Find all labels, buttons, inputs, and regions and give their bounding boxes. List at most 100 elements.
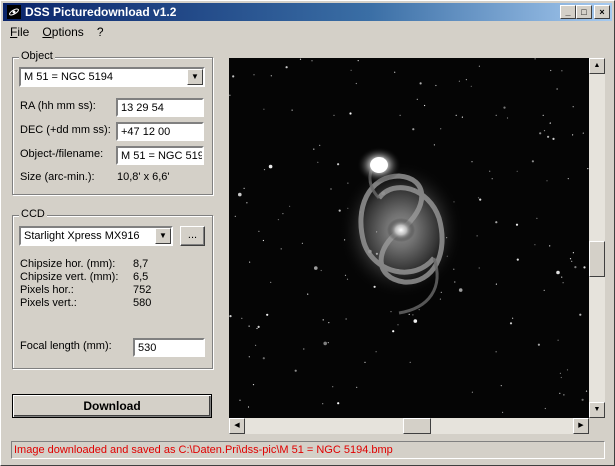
star <box>563 394 565 396</box>
pixels-vert-label: Pixels vert.: <box>20 297 77 309</box>
star <box>549 122 551 124</box>
pixels-hor-value: 752 <box>133 284 152 296</box>
star <box>303 348 305 350</box>
star <box>282 213 284 215</box>
star <box>301 242 303 244</box>
star <box>435 84 437 87</box>
maximize-button[interactable]: □ <box>576 5 592 19</box>
star <box>307 293 309 295</box>
chevron-down-icon[interactable]: ▼ <box>155 228 171 244</box>
star <box>270 281 272 283</box>
object-group-title: Object <box>19 50 55 62</box>
chevron-down-icon[interactable]: ▼ <box>187 69 203 85</box>
star <box>502 411 504 413</box>
star <box>550 69 552 72</box>
star <box>552 137 555 140</box>
star <box>263 169 266 171</box>
dec-input[interactable]: +47 12 00 <box>116 122 204 141</box>
star <box>347 182 349 184</box>
window-title: DSS Picturedownload v1.2 <box>25 5 177 19</box>
star <box>399 114 401 116</box>
star <box>239 399 241 401</box>
star <box>581 398 584 401</box>
star <box>289 205 291 207</box>
star <box>299 58 302 60</box>
star <box>409 361 411 363</box>
horizontal-scrollbar[interactable]: ◀ ▶ <box>229 418 589 434</box>
star <box>461 116 463 118</box>
star <box>397 324 399 326</box>
close-button[interactable]: × <box>594 5 610 19</box>
object-select-value: M 51 = NGC 5194 <box>24 71 113 83</box>
star <box>413 319 418 323</box>
star <box>546 180 548 182</box>
title-bar[interactable]: DSS Picturedownload v1.2 _ □ × <box>3 3 612 21</box>
ccd-browse-button[interactable]: ... <box>180 226 205 246</box>
star <box>571 260 573 262</box>
star <box>394 71 396 73</box>
star <box>357 60 359 62</box>
chipsize-vert-label: Chipsize vert. (mm): <box>20 271 119 283</box>
scroll-up-icon[interactable]: ▲ <box>589 58 605 74</box>
scroll-right-icon[interactable]: ▶ <box>573 418 589 434</box>
scroll-down-icon[interactable]: ▼ <box>589 402 605 418</box>
star <box>277 219 279 221</box>
star <box>536 217 538 219</box>
ccd-select[interactable]: Starlight Xpress MX916 ▼ <box>19 226 173 246</box>
star <box>247 406 250 408</box>
size-value: 10,8' x 6,6' <box>117 171 170 183</box>
object-select[interactable]: M 51 = NGC 5194 ▼ <box>19 67 205 87</box>
menu-options[interactable]: Options <box>37 23 88 41</box>
star <box>566 369 569 371</box>
size-label: Size (arc-min.): <box>20 171 95 183</box>
star <box>243 187 245 189</box>
star <box>338 209 341 212</box>
star <box>579 313 582 316</box>
vertical-scrollbar[interactable]: ▲ ▼ <box>589 58 605 418</box>
status-bar: Image downloaded and saved as C:\Daten.P… <box>11 441 605 459</box>
star <box>562 282 564 284</box>
star <box>574 266 577 269</box>
star <box>556 88 558 90</box>
star <box>319 144 321 146</box>
star <box>328 322 330 324</box>
star <box>248 356 250 358</box>
menu-file[interactable]: File <box>5 23 34 41</box>
star <box>543 289 545 291</box>
star <box>458 80 460 82</box>
star <box>489 170 491 172</box>
star <box>478 65 480 67</box>
star <box>534 58 536 60</box>
vertical-scroll-thumb[interactable] <box>589 241 605 277</box>
dec-label: DEC (+dd mm ss): <box>20 124 111 136</box>
star <box>495 283 497 285</box>
star <box>266 313 269 316</box>
star <box>285 66 288 69</box>
star <box>542 114 544 116</box>
filename-label: Object-/filename: <box>20 148 104 160</box>
minimize-button[interactable]: _ <box>560 5 576 19</box>
download-button[interactable]: Download <box>12 394 212 418</box>
menu-help[interactable]: ? <box>92 23 109 41</box>
chipsize-hor-value: 8,7 <box>133 258 149 270</box>
star <box>419 82 422 85</box>
ra-input[interactable]: 13 29 54 <box>116 98 204 117</box>
star <box>583 266 586 269</box>
pixels-hor-label: Pixels hor.: <box>20 284 74 296</box>
star <box>337 163 340 166</box>
star <box>248 325 250 327</box>
star <box>500 385 502 387</box>
focal-length-input[interactable]: 530 <box>133 338 205 357</box>
star <box>506 117 509 119</box>
filename-input[interactable]: M 51 = NGC 5194 <box>116 146 204 165</box>
scroll-left-icon[interactable]: ◀ <box>229 418 245 434</box>
star <box>471 161 473 163</box>
ccd-group-title: CCD <box>19 208 47 220</box>
star <box>311 60 313 62</box>
star <box>252 384 255 386</box>
star <box>255 344 257 346</box>
star <box>455 114 457 116</box>
star <box>557 339 559 341</box>
horizontal-scroll-thumb[interactable] <box>403 418 431 434</box>
star <box>333 114 335 116</box>
